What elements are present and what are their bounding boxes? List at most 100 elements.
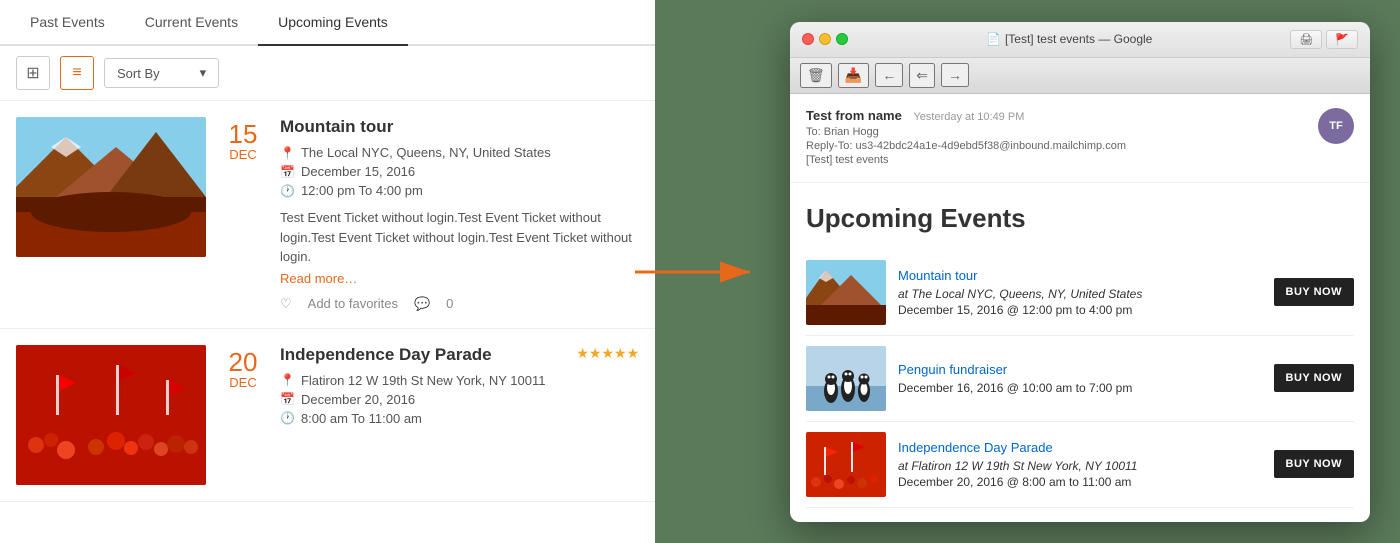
read-more-link[interactable]: Read more… — [280, 271, 639, 286]
event-time-parade-meta: 🕐 8:00 am To 11:00 am — [280, 411, 639, 426]
event-item-mountain-tour: 15 Dec Mountain tour 📍 The Local NYC, Qu… — [0, 101, 655, 329]
browser-dots — [802, 33, 848, 45]
event-image-mountain — [16, 117, 206, 257]
forward-button[interactable]: → — [941, 63, 969, 87]
flag-button[interactable]: 🚩 — [1326, 30, 1358, 49]
event-date-text: December 15, 2016 — [301, 164, 415, 179]
email-subject: [Test] test events — [806, 154, 1308, 166]
browser-title: 📄 [Test] test events — Google — [856, 32, 1282, 46]
sort-label: Sort By — [117, 66, 160, 81]
email-event-mountain: Mountain tour at The Local NYC, Queens, … — [806, 250, 1354, 336]
event-image-parade — [16, 345, 206, 485]
email-event-parade: Independence Day Parade at Flatiron 12 W… — [806, 422, 1354, 508]
event-stars: ★★★★★ — [576, 345, 639, 362]
event-description: Test Event Ticket without login.Test Eve… — [280, 208, 639, 267]
comment-count: 0 — [446, 296, 453, 311]
right-panel: 📄 [Test] test events — Google 🖨 🚩 🗑 📥 ← … — [730, 0, 1400, 543]
event-time-meta: 🕐 12:00 pm To 4:00 pm — [280, 183, 639, 198]
events-list: 15 Dec Mountain tour 📍 The Local NYC, Qu… — [0, 101, 655, 543]
email-to: To: Brian Hogg — [806, 126, 1308, 138]
event-date-mountain: 15 Dec — [222, 117, 264, 312]
thumb-parade — [806, 432, 886, 497]
browser-toolbar: 🗑 📥 ← ⇐ → — [790, 58, 1370, 94]
email-event-datetime-mountain: December 15, 2016 @ 12:00 pm to 4:00 pm — [898, 303, 1262, 317]
email-event-datetime-parade: December 20, 2016 @ 8:00 am to 11:00 am — [898, 475, 1262, 489]
page-icon: 📄 — [986, 32, 1001, 46]
toolbar: ⊞ ≡ Sort By ▾ — [0, 46, 655, 101]
event-location-parade-text: Flatiron 12 W 19th St New York, NY 10011 — [301, 373, 546, 388]
email-to-name: Brian Hogg — [824, 126, 879, 138]
tab-upcoming-events[interactable]: Upcoming Events — [258, 0, 408, 46]
email-event-link-parade[interactable]: Independence Day Parade — [898, 440, 1053, 455]
location-icon-parade: 📍 — [280, 373, 295, 387]
event-details-parade: Independence Day Parade ★★★★★ 📍 Flatiron… — [280, 345, 639, 485]
dot-close[interactable] — [802, 33, 814, 45]
calendar-icon: 📅 — [280, 165, 295, 179]
email-event-info-parade: Independence Day Parade at Flatiron 12 W… — [898, 439, 1262, 489]
list-view-button[interactable]: ≡ — [60, 56, 94, 90]
email-event-link-mountain[interactable]: Mountain tour — [898, 268, 978, 283]
calendar-icon-parade: 📅 — [280, 392, 295, 406]
event-footer: ♡ Add to favorites 💬 0 — [280, 296, 639, 312]
event-day: 15 — [229, 121, 258, 147]
email-reply: Reply-To: us3-42bdc24a1e-4d9ebd5f38@inbo… — [806, 140, 1308, 152]
email-event-penguins: Penguin fundraiser December 16, 2016 @ 1… — [806, 336, 1354, 422]
event-day-parade: 20 — [229, 349, 258, 375]
grid-icon: ⊞ — [26, 63, 39, 83]
browser-content: Test from name Yesterday at 10:49 PM To:… — [790, 94, 1370, 522]
archive-button[interactable]: 📥 — [838, 63, 869, 88]
email-time: Yesterday at 10:49 PM — [913, 111, 1024, 123]
buy-now-mountain[interactable]: BUY NOW — [1274, 278, 1354, 306]
comment-icon: 💬 — [414, 296, 430, 312]
tab-current-events[interactable]: Current Events — [125, 0, 258, 46]
event-month-parade: Dec — [229, 375, 256, 390]
event-location: 📍 The Local NYC, Queens, NY, United Stat… — [280, 145, 639, 160]
event-location-parade: 📍 Flatiron 12 W 19th St New York, NY 100… — [280, 373, 639, 388]
left-panel: Past Events Current Events Upcoming Even… — [0, 0, 655, 543]
event-title-parade: Independence Day Parade — [280, 345, 492, 365]
back-button[interactable]: ← — [875, 63, 903, 87]
thumb-penguins — [806, 346, 886, 411]
print-button[interactable]: 🖨 — [1290, 30, 1322, 49]
clock-icon: 🕐 — [280, 184, 295, 198]
email-body: Upcoming Events Mountain tour — [790, 183, 1370, 522]
email-header: Test from name Yesterday at 10:49 PM To:… — [790, 94, 1370, 183]
email-event-info-mountain: Mountain tour at The Local NYC, Queens, … — [898, 267, 1262, 317]
avatar: TF — [1318, 108, 1354, 144]
buy-now-parade[interactable]: BUY NOW — [1274, 450, 1354, 478]
event-time-text: 12:00 pm To 4:00 pm — [301, 183, 423, 198]
email-subject-text: [Test] test events — [806, 154, 889, 166]
event-month: Dec — [229, 147, 256, 162]
event-date-parade: 20 Dec — [222, 345, 264, 485]
email-event-info-penguins: Penguin fundraiser December 16, 2016 @ 1… — [898, 361, 1262, 395]
event-date-meta: 📅 December 15, 2016 — [280, 164, 639, 179]
browser-title-text: [Test] test events — Google — [1005, 32, 1152, 46]
chevron-down-icon: ▾ — [200, 65, 207, 81]
arrow-container — [655, 0, 730, 543]
forward-all-button[interactable]: ⇐ — [909, 63, 935, 88]
add-to-favorites[interactable]: Add to favorites — [308, 296, 398, 311]
email-meta: Test from name Yesterday at 10:49 PM To:… — [806, 108, 1308, 168]
tab-past-events[interactable]: Past Events — [10, 0, 125, 46]
clock-icon-parade: 🕐 — [280, 411, 295, 425]
browser-window: 📄 [Test] test events — Google 🖨 🚩 🗑 📥 ← … — [790, 22, 1370, 522]
sort-dropdown[interactable]: Sort By ▾ — [104, 58, 219, 88]
event-title-mountain: Mountain tour — [280, 117, 639, 137]
grid-view-button[interactable]: ⊞ — [16, 56, 50, 90]
location-icon: 📍 — [280, 146, 295, 160]
buy-now-penguins[interactable]: BUY NOW — [1274, 364, 1354, 392]
heart-icon: ♡ — [280, 296, 292, 312]
list-icon: ≡ — [72, 64, 81, 82]
event-item-parade: 20 Dec Independence Day Parade ★★★★★ 📍 F… — [0, 329, 655, 502]
event-details-mountain: Mountain tour 📍 The Local NYC, Queens, N… — [280, 117, 639, 312]
email-from: Test from name Yesterday at 10:49 PM — [806, 108, 1308, 123]
arrow-svg — [635, 242, 765, 302]
event-time-parade-text: 8:00 am To 11:00 am — [301, 411, 422, 426]
event-date-parade-text: December 20, 2016 — [301, 392, 415, 407]
thumb-mountain — [806, 260, 886, 325]
event-date-parade-meta: 📅 December 20, 2016 — [280, 392, 639, 407]
delete-button[interactable]: 🗑 — [800, 63, 832, 88]
dot-maximize[interactable] — [836, 33, 848, 45]
email-event-link-penguins[interactable]: Penguin fundraiser — [898, 362, 1007, 377]
dot-minimize[interactable] — [819, 33, 831, 45]
